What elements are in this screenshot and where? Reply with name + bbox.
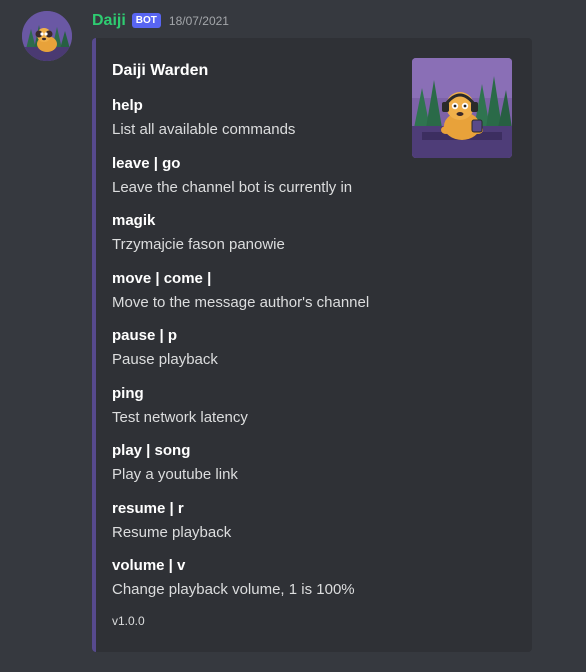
command-description: Test network latency	[112, 408, 248, 426]
embed-fields: help List all available commands leave |…	[112, 96, 412, 614]
command-description: Resume playback	[112, 523, 232, 541]
command-description: List all available commands	[112, 121, 296, 138]
command-name: magik	[112, 212, 156, 229]
command-name: resume | r	[112, 499, 184, 517]
help-embed: Daiji Warden help List all available com…	[92, 38, 532, 652]
command-field-leave: leave | go Leave the channel bot is curr…	[112, 154, 412, 212]
embed-accent-bar	[92, 38, 96, 652]
embed-title: Daiji Warden	[112, 62, 209, 79]
command-name: ping	[112, 384, 144, 402]
command-description: Leave the channel bot is currently in	[112, 178, 353, 196]
command-field-play: play | song Play a youtube link	[112, 441, 412, 499]
command-name: pause | p	[112, 327, 178, 344]
message-header: Daiji BOT 18/07/2021	[92, 10, 229, 32]
command-field-ping: ping Test network latency	[112, 384, 412, 442]
chat-message: Daiji BOT 18/07/2021 Daiji Warden help L…	[0, 0, 586, 672]
command-name: help	[112, 97, 143, 114]
command-name: leave | go	[112, 154, 181, 172]
message-timestamp[interactable]: 18/07/2021	[169, 10, 229, 32]
command-field-pause: pause | p Pause playback	[112, 326, 412, 384]
command-description: Play a youtube link	[112, 466, 238, 483]
bot-badge: BOT	[131, 12, 161, 28]
dog-headphones-icon	[412, 58, 512, 158]
embed-footer-version: v1.0.0	[112, 614, 145, 628]
author-name[interactable]: Daiji	[92, 10, 126, 32]
command-field-move: move | come | Move to the message author…	[112, 269, 412, 327]
command-field-volume: volume | v Change playback volume, 1 is …	[112, 556, 412, 614]
command-description: Pause playback	[112, 351, 218, 368]
command-description: Move to the message author's channel	[112, 293, 370, 311]
command-description: Trzymajcie fason panowie	[112, 236, 285, 253]
dog-avatar-icon	[22, 11, 72, 61]
command-name: play | song	[112, 442, 191, 459]
command-description: Change playback volume, 1 is 100%	[112, 581, 355, 598]
command-name: move | come |	[112, 269, 212, 287]
bot-avatar[interactable]	[22, 11, 72, 61]
command-field-resume: resume | r Resume playback	[112, 499, 412, 557]
command-field-magik: magik Trzymajcie fason panowie	[112, 211, 412, 269]
embed-thumbnail[interactable]	[412, 58, 512, 158]
command-name: volume | v	[112, 557, 186, 574]
command-field-help: help List all available commands	[112, 96, 412, 154]
